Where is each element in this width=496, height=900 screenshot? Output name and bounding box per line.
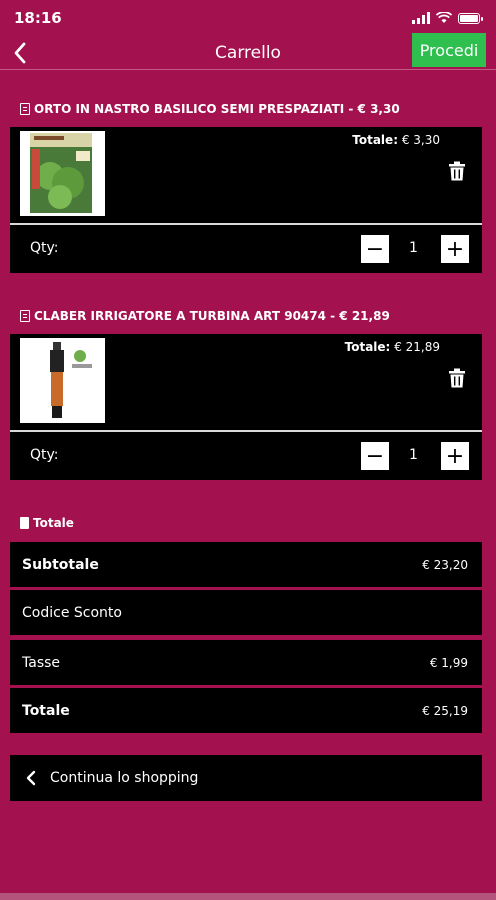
wifi-icon — [436, 12, 452, 23]
quantity-row: Qty: − 1 + — [10, 225, 482, 273]
delete-item-button[interactable] — [448, 161, 468, 183]
grand-total-value: € 25,19 — [422, 703, 468, 718]
item-title: ORTO IN NASTRO BASILICO SEMI PRESPAZIATI… — [34, 102, 400, 116]
tax-row: Tasse € 1,99 — [10, 640, 482, 685]
delete-item-button[interactable] — [448, 368, 468, 390]
status-time: 18:16 — [14, 9, 62, 27]
item-title: CLABER IRRIGATORE A TURBINA ART 90474 - … — [34, 309, 390, 323]
back-button[interactable] — [6, 38, 34, 68]
continue-shopping-label: Continua lo shopping — [50, 770, 199, 786]
proceed-button[interactable]: Procedi — [412, 33, 486, 67]
chevron-left-icon — [26, 770, 36, 786]
cart-item-details: Totale: € 21,89 — [10, 334, 482, 432]
signal-icon — [412, 12, 430, 24]
grand-total-label: Totale — [22, 702, 70, 719]
subtotal-row: Subtotale € 23,20 — [10, 542, 482, 587]
item-total-value: € 3,30 — [401, 133, 440, 147]
item-total-value: € 21,89 — [394, 340, 440, 354]
sprinkler-image[interactable] — [20, 338, 105, 423]
cart-item-card: Totale: € 3,30 Qty: − 1 + — [10, 127, 482, 273]
totals-heading: Totale — [20, 516, 74, 530]
subtotal-value: € 23,20 — [422, 557, 468, 572]
document-icon — [20, 103, 30, 115]
cart-item-card: Totale: € 21,89 Qty: − 1 + — [10, 334, 482, 480]
qty-label: Qty: — [30, 240, 59, 256]
document-icon — [20, 310, 30, 322]
subtotal-label: Subtotale — [22, 556, 99, 573]
status-bar: 18:16 — [0, 0, 496, 36]
tax-value: € 1,99 — [429, 655, 468, 670]
chevron-left-icon — [14, 42, 26, 64]
decrease-quantity-button[interactable]: − — [361, 442, 389, 470]
quantity-row: Qty: − 1 + — [10, 432, 482, 480]
discount-code-label: Codice Sconto — [22, 604, 122, 621]
status-icons — [412, 12, 483, 24]
item-heading: CLABER IRRIGATORE A TURBINA ART 90474 - … — [20, 309, 390, 323]
continue-shopping-button[interactable]: Continua lo shopping — [10, 755, 482, 801]
qty-label: Qty: — [30, 447, 59, 463]
battery-icon — [458, 12, 483, 24]
item-heading: ORTO IN NASTRO BASILICO SEMI PRESPAZIATI… — [20, 102, 400, 116]
totals-title: Totale — [33, 516, 74, 530]
trash-icon — [449, 368, 465, 388]
discount-code-row[interactable]: Codice Sconto — [10, 590, 482, 635]
bottom-divider — [0, 893, 496, 900]
seed-packet-image[interactable] — [20, 131, 105, 216]
item-total-label: Totale: — [352, 133, 398, 147]
increase-quantity-button[interactable]: + — [441, 442, 469, 470]
grand-total-row: Totale € 25,19 — [10, 688, 482, 733]
calculator-icon — [20, 517, 29, 529]
cart-item-details: Totale: € 3,30 — [10, 127, 482, 225]
increase-quantity-button[interactable]: + — [441, 235, 469, 263]
page-title: Carrello — [215, 42, 281, 63]
item-total-label: Totale: — [344, 340, 391, 354]
item-total: Totale: € 21,89 — [345, 340, 440, 354]
trash-icon — [449, 161, 465, 181]
decrease-quantity-button[interactable]: − — [361, 235, 389, 263]
quantity-value: 1 — [409, 240, 418, 256]
nav-bar: Carrello Procedi — [0, 33, 496, 70]
item-total: Totale: € 3,30 — [352, 133, 440, 147]
quantity-value: 1 — [409, 447, 418, 463]
tax-label: Tasse — [22, 654, 61, 671]
